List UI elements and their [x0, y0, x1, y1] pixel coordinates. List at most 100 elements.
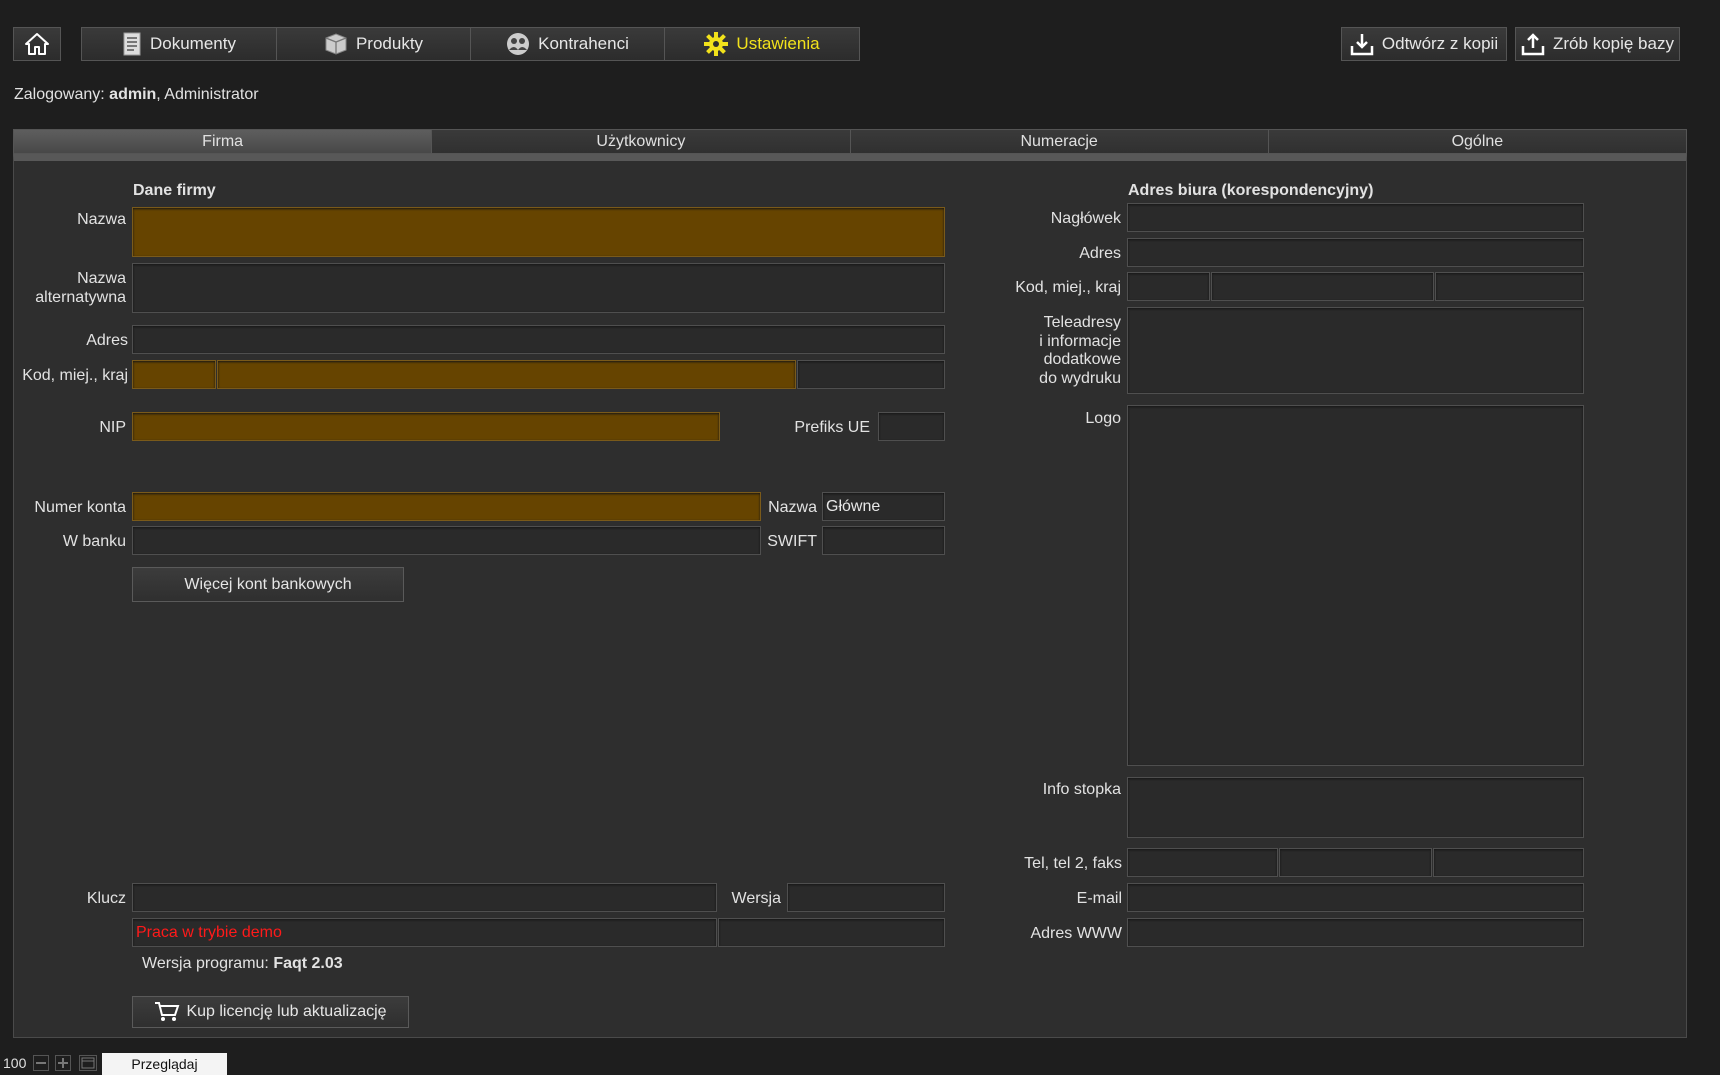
settings-tabs: Firma Użytkownicy Numeracje Ogólne [13, 129, 1687, 154]
zoom-level: 100 [3, 1055, 27, 1071]
nav-dokumenty-label: Dokumenty [150, 34, 236, 53]
make-backup-button[interactable]: Zrób kopię bazy [1515, 27, 1680, 61]
office-postal-label: Kod, miej., kraj [1015, 279, 1121, 296]
demo-mode-field: Praca w trybie demo [132, 918, 717, 947]
nav-dokumenty[interactable]: Dokumenty [81, 27, 277, 61]
bank-label: W banku [62, 533, 126, 550]
logo-label: Logo [1085, 410, 1121, 427]
box-icon [325, 33, 347, 55]
alt-name-field[interactable] [132, 263, 945, 313]
tab-firma[interactable]: Firma [13, 129, 433, 154]
teleaddress-field[interactable] [1127, 307, 1584, 394]
account-number-field[interactable] [132, 492, 761, 521]
nip-label: NIP [99, 419, 126, 436]
login-role: , Administrator [156, 86, 259, 103]
office-country-field[interactable] [1435, 272, 1584, 301]
document-icon [123, 32, 141, 56]
phone-label: Tel, tel 2, faks [1024, 855, 1122, 872]
swift-field[interactable] [822, 526, 945, 555]
tab-uzytkownicy[interactable]: Użytkownicy [432, 129, 851, 154]
version-label: Wersja [731, 890, 782, 907]
name-label: Nazwa [77, 211, 126, 228]
www-label: Adres WWW [1030, 925, 1122, 942]
layout-toggle-button[interactable] [79, 1055, 97, 1071]
buy-license-button[interactable]: Kup licencję lub aktualizację [132, 996, 409, 1028]
eu-prefix-field[interactable] [878, 412, 945, 441]
zoom-in-button[interactable] [55, 1055, 71, 1071]
make-backup-label: Zrób kopię bazy [1553, 34, 1674, 53]
zoom-out-button[interactable] [33, 1055, 49, 1071]
upload-icon [1521, 33, 1545, 56]
teleaddress-line4: do wydruku [1039, 369, 1121, 387]
company-name-field[interactable] [132, 207, 945, 257]
account-name-label: Nazwa [768, 499, 817, 516]
company-section-title: Dane firmy [133, 182, 216, 199]
home-icon [25, 33, 49, 55]
nav-produkty-label: Produkty [355, 34, 424, 53]
login-info: Zalogowany: admin, Administrator [14, 86, 259, 104]
home-button[interactable] [13, 27, 61, 61]
cart-icon [155, 1002, 180, 1021]
alt-name-label-line1: Nazwa [77, 270, 126, 287]
footer-label: Info stopka [1042, 781, 1121, 798]
email-field[interactable] [1127, 883, 1584, 912]
city-field[interactable] [217, 360, 796, 389]
mode-indicator[interactable]: Przeglądaj [102, 1053, 227, 1075]
program-version-value: Faqt 2.03 [273, 955, 343, 972]
more-accounts-button[interactable]: Więcej kont bankowych [132, 567, 404, 602]
postal-code-field[interactable] [132, 360, 216, 389]
www-field[interactable] [1127, 918, 1584, 947]
account-label: Numer konta [34, 499, 126, 516]
logo-field[interactable] [1127, 405, 1584, 766]
login-user: admin [109, 86, 157, 103]
address-label: Adres [86, 332, 128, 349]
program-version: Wersja programu: Faqt 2.03 [142, 955, 343, 973]
footer-field[interactable] [1127, 777, 1584, 838]
teleaddress-label: Teleadresy i informacje dodatkowe do wyd… [1000, 314, 1121, 388]
bank-field[interactable] [132, 526, 761, 555]
teleaddress-line2: i informacje [1039, 332, 1121, 350]
buy-license-label: Kup licencję lub aktualizację [186, 1003, 387, 1020]
demo-extra-field [718, 918, 945, 947]
phone2-field[interactable] [1279, 848, 1432, 877]
office-address-field[interactable] [1127, 238, 1584, 267]
download-icon [1350, 34, 1374, 56]
email-label: E-mail [1076, 890, 1122, 907]
fax-field[interactable] [1433, 848, 1584, 877]
nav-ustawienia-label: Ustawienia [736, 34, 820, 53]
gear-icon [704, 32, 729, 56]
nip-field[interactable] [132, 412, 720, 441]
window-icon [81, 1057, 95, 1069]
office-address-label: Adres [1079, 245, 1121, 262]
office-section-title: Adres biura (korespondencyjny) [1128, 182, 1374, 199]
office-city-field[interactable] [1211, 272, 1434, 301]
login-prefix: Zalogowany: [14, 86, 110, 103]
eu-prefix-label: Prefiks UE [794, 419, 870, 436]
nav-produkty[interactable]: Produkty [276, 27, 471, 61]
teleaddress-line3: dodatkowe [1043, 351, 1121, 368]
address-field[interactable] [132, 325, 945, 354]
nav-kontrahenci-label: Kontrahenci [538, 34, 629, 53]
plus-icon [58, 1058, 68, 1068]
phone-field[interactable] [1127, 848, 1278, 877]
restore-backup-label: Odtwórz z kopii [1381, 34, 1499, 53]
status-bar: 100 Przeglądaj [0, 1052, 1720, 1075]
office-postal-code-field[interactable] [1127, 272, 1210, 301]
alt-name-label-line2: alternatywna [35, 289, 126, 306]
country-field[interactable] [797, 360, 945, 389]
version-field[interactable] [787, 883, 945, 912]
key-field[interactable] [132, 883, 717, 912]
nav-kontrahenci[interactable]: Kontrahenci [470, 27, 665, 61]
tab-numeracje[interactable]: Numeracje [850, 129, 1269, 154]
account-name-field[interactable]: Główne [822, 492, 945, 521]
restore-backup-button[interactable]: Odtwórz z kopii [1341, 27, 1507, 61]
key-label: Klucz [86, 890, 126, 907]
header-field[interactable] [1127, 203, 1584, 232]
teleaddress-line1: Teleadresy [1043, 314, 1121, 331]
tab-ogolne[interactable]: Ogólne [1268, 129, 1687, 154]
nav-ustawienia[interactable]: Ustawienia [664, 27, 860, 61]
program-version-prefix: Wersja programu: [142, 955, 274, 972]
alt-name-label: Nazwa alternatywna [20, 269, 126, 307]
people-icon [507, 33, 530, 55]
header-label: Nagłówek [1050, 210, 1121, 227]
